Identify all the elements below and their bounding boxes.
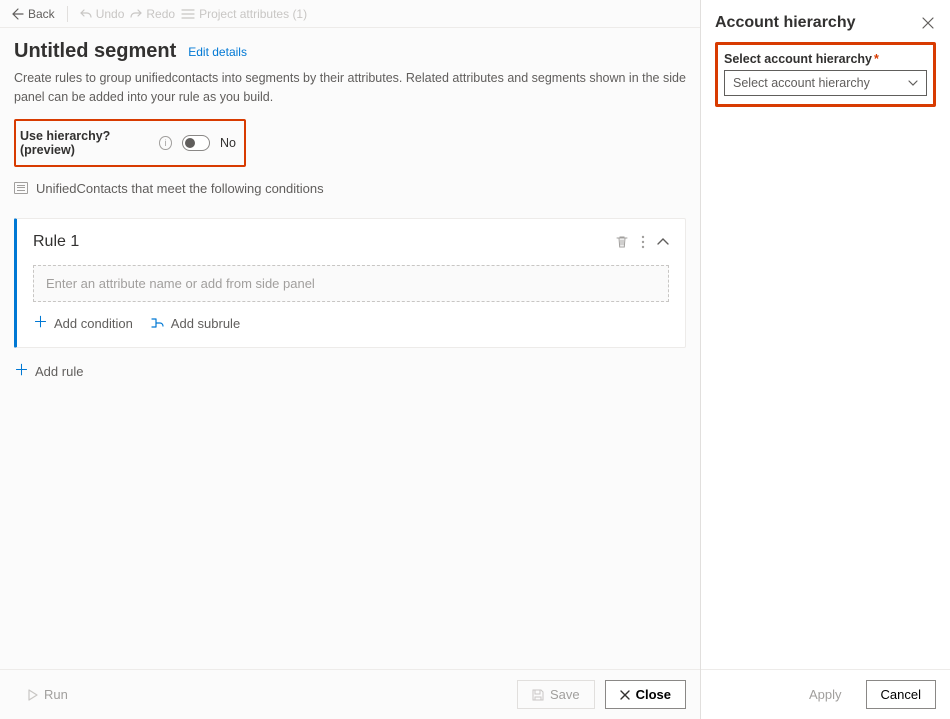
conditions-intro-text: UnifiedContacts that meet the following … xyxy=(36,181,324,196)
project-attributes-label: Project attributes (1) xyxy=(199,7,307,21)
select-hierarchy-label-text: Select account hierarchy xyxy=(724,52,872,66)
cancel-label: Cancel xyxy=(881,687,921,702)
toolbar-separator xyxy=(67,6,68,22)
use-hierarchy-label: Use hierarchy? (preview) xyxy=(20,129,149,157)
attribute-input[interactable] xyxy=(33,265,669,302)
undo-button[interactable]: Undo xyxy=(80,7,125,21)
undo-label: Undo xyxy=(96,7,125,21)
select-hierarchy-highlight: Select account hierarchy * Select accoun… xyxy=(715,42,936,107)
edit-details-link[interactable]: Edit details xyxy=(188,45,247,59)
side-panel: Account hierarchy Select account hierarc… xyxy=(700,0,950,719)
chevron-up-icon xyxy=(657,238,669,246)
delete-rule-button[interactable] xyxy=(615,235,629,249)
table-icon xyxy=(14,182,28,194)
rule-more-button[interactable] xyxy=(641,235,645,249)
required-asterisk: * xyxy=(874,52,879,66)
close-icon xyxy=(620,690,630,700)
toggle-knob xyxy=(185,138,195,148)
redo-icon xyxy=(130,8,142,20)
apply-label: Apply xyxy=(809,687,842,702)
panel-body: Select account hierarchy * Select accoun… xyxy=(701,42,950,669)
back-label: Back xyxy=(28,7,55,21)
toolbar: Back Undo Redo Project attributes (1) xyxy=(0,0,700,28)
close-icon xyxy=(922,17,934,29)
close-button[interactable]: Close xyxy=(605,680,686,709)
run-label: Run xyxy=(44,687,68,702)
cancel-button[interactable]: Cancel xyxy=(866,680,936,709)
redo-button[interactable]: Redo xyxy=(130,7,175,21)
footer-right: Save Close xyxy=(517,680,686,709)
page-title: Untitled segment xyxy=(14,40,176,63)
rule-title: Rule 1 xyxy=(33,233,79,251)
play-icon xyxy=(28,689,38,701)
apply-button[interactable]: Apply xyxy=(795,680,856,709)
main-footer: Run Save Close xyxy=(0,669,700,719)
back-button[interactable]: Back xyxy=(12,7,55,21)
save-icon xyxy=(532,689,544,701)
list-icon xyxy=(181,8,195,20)
use-hierarchy-highlight: Use hierarchy? (preview) i No xyxy=(14,119,246,167)
content-area: Untitled segment Edit details Create rul… xyxy=(0,28,700,669)
rule-card: Rule 1 ＋ Add condition xyxy=(14,218,686,348)
chevron-down-icon xyxy=(908,80,918,86)
add-subrule-button[interactable]: Add subrule xyxy=(151,316,240,331)
conditions-intro: UnifiedContacts that meet the following … xyxy=(14,181,686,196)
add-rule-label: Add rule xyxy=(35,364,83,379)
add-subrule-label: Add subrule xyxy=(171,316,240,331)
use-hierarchy-value: No xyxy=(220,136,236,150)
select-hierarchy-dropdown[interactable]: Select account hierarchy xyxy=(724,70,927,96)
undo-icon xyxy=(80,8,92,20)
main-area: Back Undo Redo Project attributes (1) Un… xyxy=(0,0,700,719)
trash-icon xyxy=(615,235,629,249)
panel-title: Account hierarchy xyxy=(715,14,855,32)
rule-actions xyxy=(615,235,669,249)
panel-header: Account hierarchy xyxy=(701,0,950,42)
heading-row: Untitled segment Edit details xyxy=(14,40,686,63)
use-hierarchy-toggle[interactable] xyxy=(182,135,210,151)
more-vertical-icon xyxy=(641,235,645,249)
branch-icon xyxy=(151,317,165,329)
rule-header: Rule 1 xyxy=(33,233,669,251)
arrow-left-icon xyxy=(12,8,24,20)
rule-links: ＋ Add condition Add subrule xyxy=(33,316,669,331)
redo-label: Redo xyxy=(146,7,175,21)
save-button[interactable]: Save xyxy=(517,680,595,709)
add-rule-button[interactable]: ＋ Add rule xyxy=(14,364,686,379)
add-condition-button[interactable]: ＋ Add condition xyxy=(33,316,133,331)
save-label: Save xyxy=(550,687,580,702)
info-icon[interactable]: i xyxy=(159,136,171,150)
close-label: Close xyxy=(636,687,671,702)
run-button[interactable]: Run xyxy=(14,681,82,708)
page-description: Create rules to group unifiedcontacts in… xyxy=(14,69,686,107)
select-hierarchy-label: Select account hierarchy * xyxy=(724,52,879,66)
select-hierarchy-value: Select account hierarchy xyxy=(733,76,870,90)
project-attributes-button[interactable]: Project attributes (1) xyxy=(181,7,307,21)
add-condition-label: Add condition xyxy=(54,316,133,331)
collapse-rule-button[interactable] xyxy=(657,238,669,246)
panel-close-button[interactable] xyxy=(920,15,936,31)
panel-footer: Apply Cancel xyxy=(701,669,950,719)
